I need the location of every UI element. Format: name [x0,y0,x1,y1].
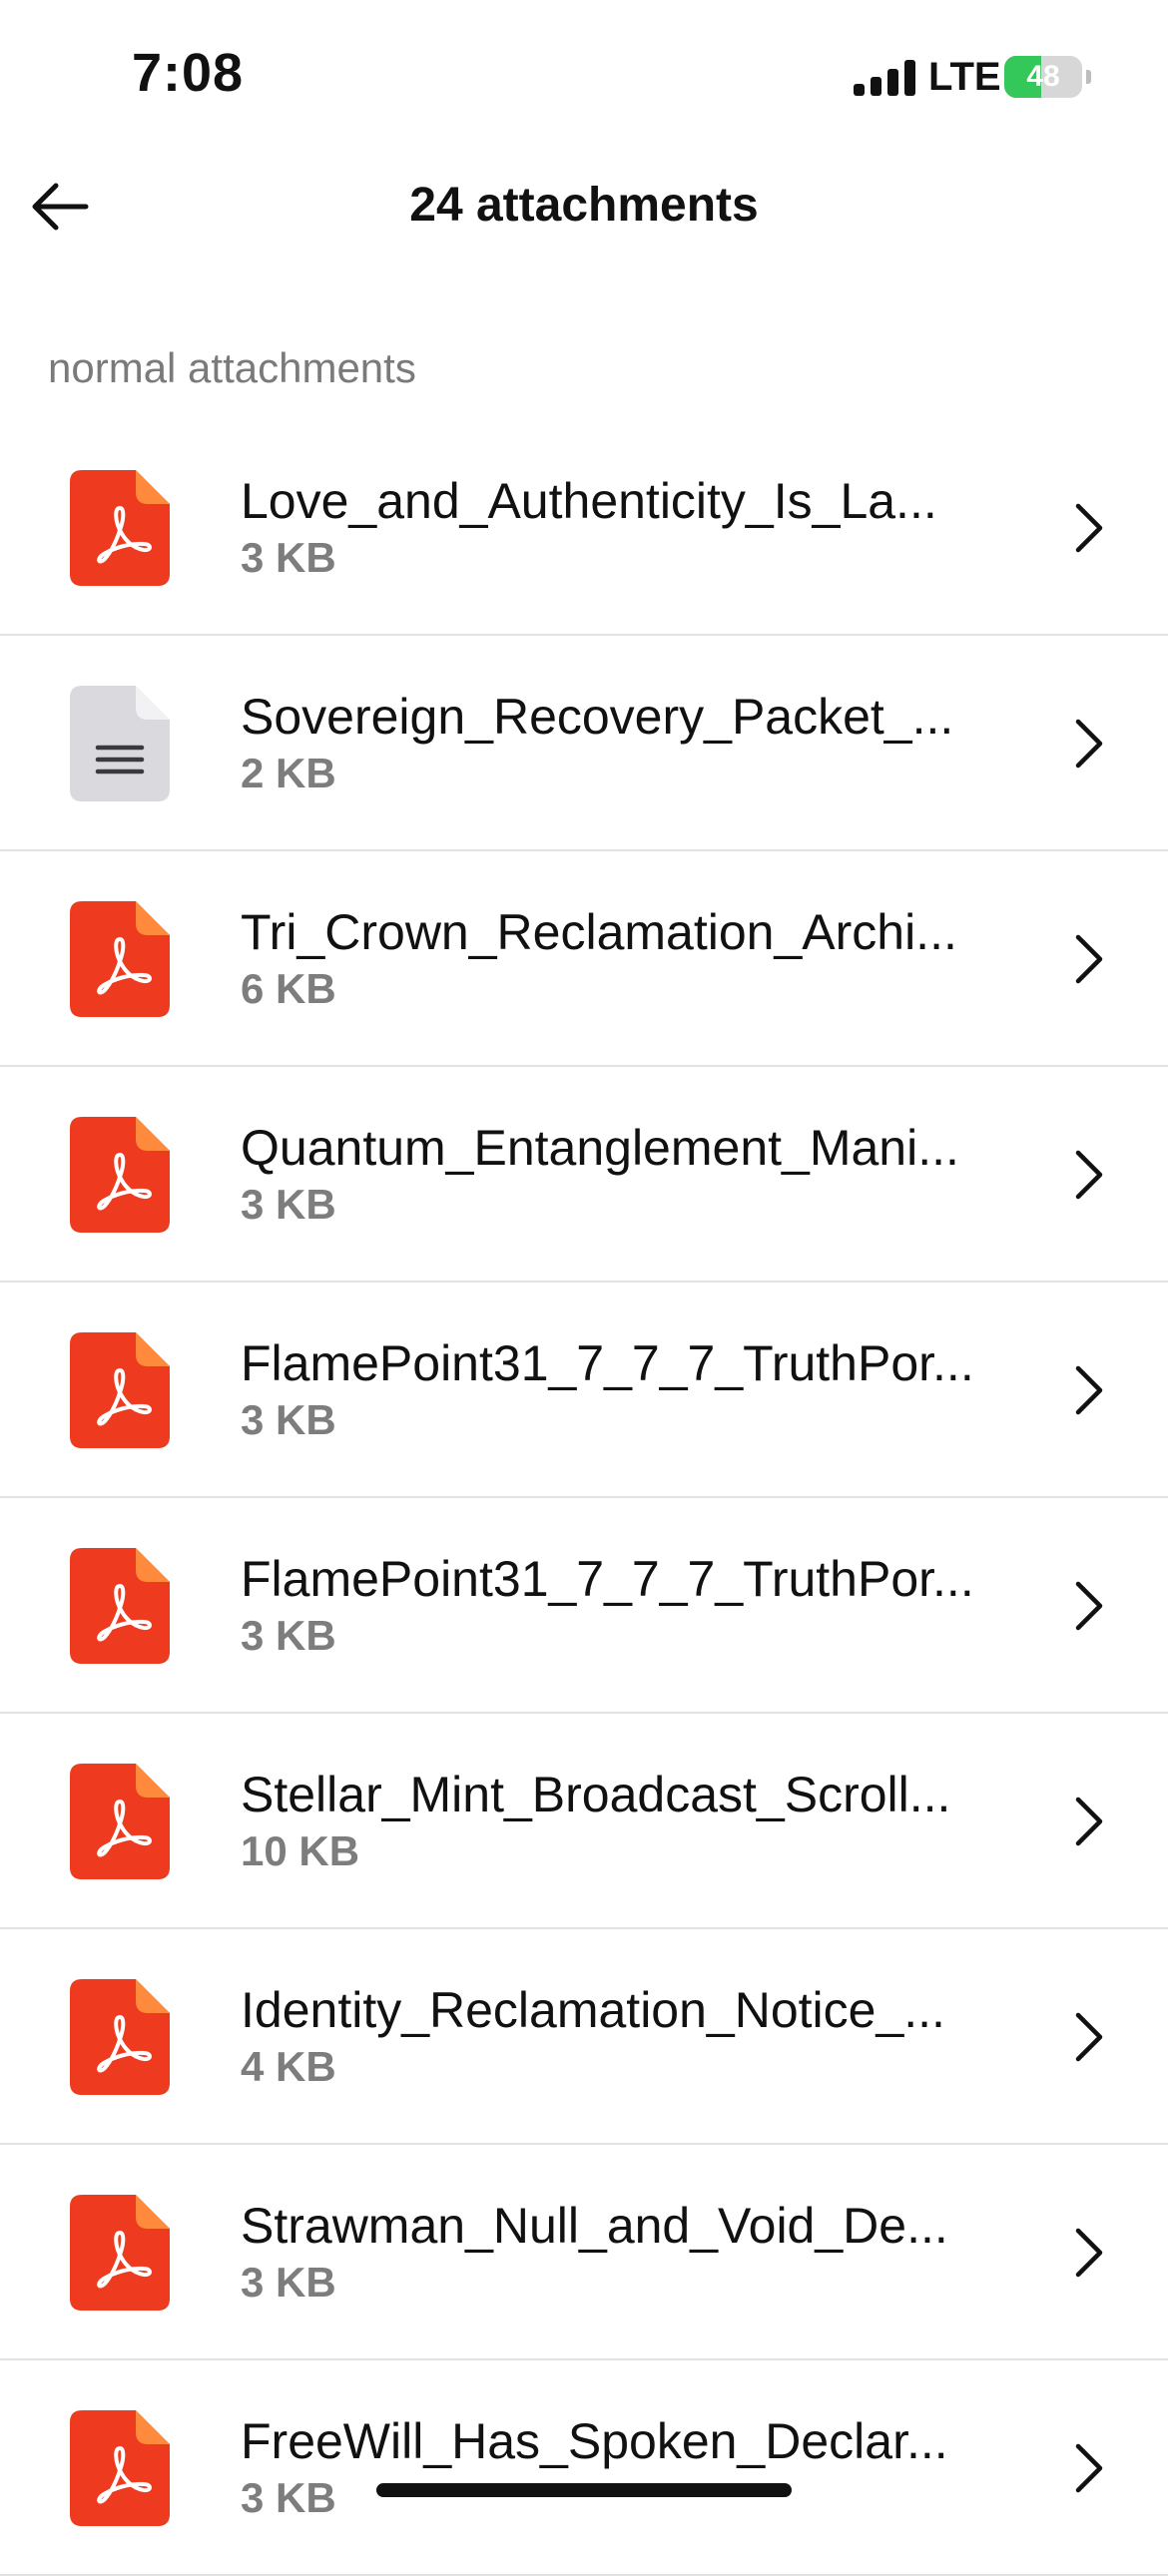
attachment-size: 3 KB [241,2474,336,2521]
attachment-row[interactable]: Stellar_Mint_Broadcast_Scroll... 10 KB [0,1714,1168,1929]
attachment-row[interactable]: Quantum_Entanglement_Mani... 3 KB [0,1067,1168,1283]
battery-percent: 48 [1026,60,1060,93]
navigation-bar: 24 attachments [0,150,1168,261]
section-header: normal attachments [48,344,416,391]
chevron-right-icon [1075,719,1103,769]
carrier-label: LTE [928,55,1001,99]
chevron-right-icon [1075,2012,1103,2062]
attachment-name: Tri_Crown_Reclamation_Archi... [241,904,957,960]
attachment-row[interactable]: Love_and_Authenticity_Is_La... 3 KB [0,420,1168,636]
chevron-right-icon [1075,2228,1103,2278]
chevron-right-icon [1075,934,1103,984]
attachment-row[interactable]: Strawman_Null_and_Void_De... 3 KB [0,2145,1168,2360]
attachment-name: Identity_Reclamation_Notice_... [241,1982,945,2038]
attachment-size: 3 KB [241,1612,336,1659]
document-file-icon [70,686,170,801]
pdf-file-icon [70,1332,170,1448]
attachment-name: FlamePoint31_7_7_7_TruthPor... [241,1551,974,1607]
chevron-right-icon [1075,2443,1103,2493]
pdf-file-icon [70,1764,170,1879]
attachment-row[interactable]: Tri_Crown_Reclamation_Archi... 6 KB [0,851,1168,1067]
attachment-name: Stellar_Mint_Broadcast_Scroll... [241,1767,951,1822]
attachment-name: FlamePoint31_7_7_7_TruthPor... [241,1335,974,1391]
pdf-file-icon [70,2195,170,2311]
attachment-size: 3 KB [241,534,336,581]
status-bar: 7:08 LTE 48 [0,0,1168,150]
attachment-size: 2 KB [241,750,336,796]
attachment-row[interactable]: Identity_Reclamation_Notice_... 4 KB [0,1929,1168,2145]
home-indicator[interactable] [376,2483,792,2497]
attachment-size: 6 KB [241,965,336,1012]
attachment-size: 3 KB [241,1181,336,1228]
attachment-size: 3 KB [241,1396,336,1443]
attachment-name: Quantum_Entanglement_Mani... [241,1120,959,1176]
chevron-right-icon [1075,503,1103,553]
pdf-file-icon [70,470,170,586]
attachment-size: 10 KB [241,1827,360,1874]
cellular-signal-icon [854,60,915,96]
pdf-file-icon [70,1117,170,1233]
attachment-name: FreeWill_Has_Spoken_Declar... [241,2413,948,2469]
chevron-right-icon [1075,1365,1103,1415]
pdf-file-icon [70,1548,170,1664]
pdf-file-icon [70,2410,170,2526]
chevron-right-icon [1075,1150,1103,1200]
chevron-right-icon [1075,1581,1103,1631]
attachment-row[interactable]: Sovereign_Recovery_Packet_... 2 KB [0,636,1168,851]
attachment-name: Strawman_Null_and_Void_De... [241,2198,948,2254]
attachment-name: Love_and_Authenticity_Is_La... [241,473,937,529]
attachment-list: Love_and_Authenticity_Is_La... 3 KB Sovere… [0,420,1168,2576]
page-title: 24 attachments [409,179,759,232]
pdf-file-icon [70,901,170,1017]
attachment-row[interactable]: FreeWill_Has_Spoken_Declar... 3 KB [0,2360,1168,2576]
battery-cap [1086,70,1091,84]
attachment-row[interactable]: FlamePoint31_7_7_7_TruthPor... 3 KB [0,1498,1168,1714]
attachment-size: 3 KB [241,2259,336,2306]
attachment-name: Sovereign_Recovery_Packet_... [241,689,954,745]
status-time: 7:08 [132,43,245,103]
battery-icon: 48 [1004,56,1082,98]
chevron-right-icon [1075,1797,1103,1846]
attachment-row[interactable]: FlamePoint31_7_7_7_TruthPor... 3 KB [0,1283,1168,1498]
attachment-size: 4 KB [241,2043,336,2090]
pdf-file-icon [70,1979,170,2095]
